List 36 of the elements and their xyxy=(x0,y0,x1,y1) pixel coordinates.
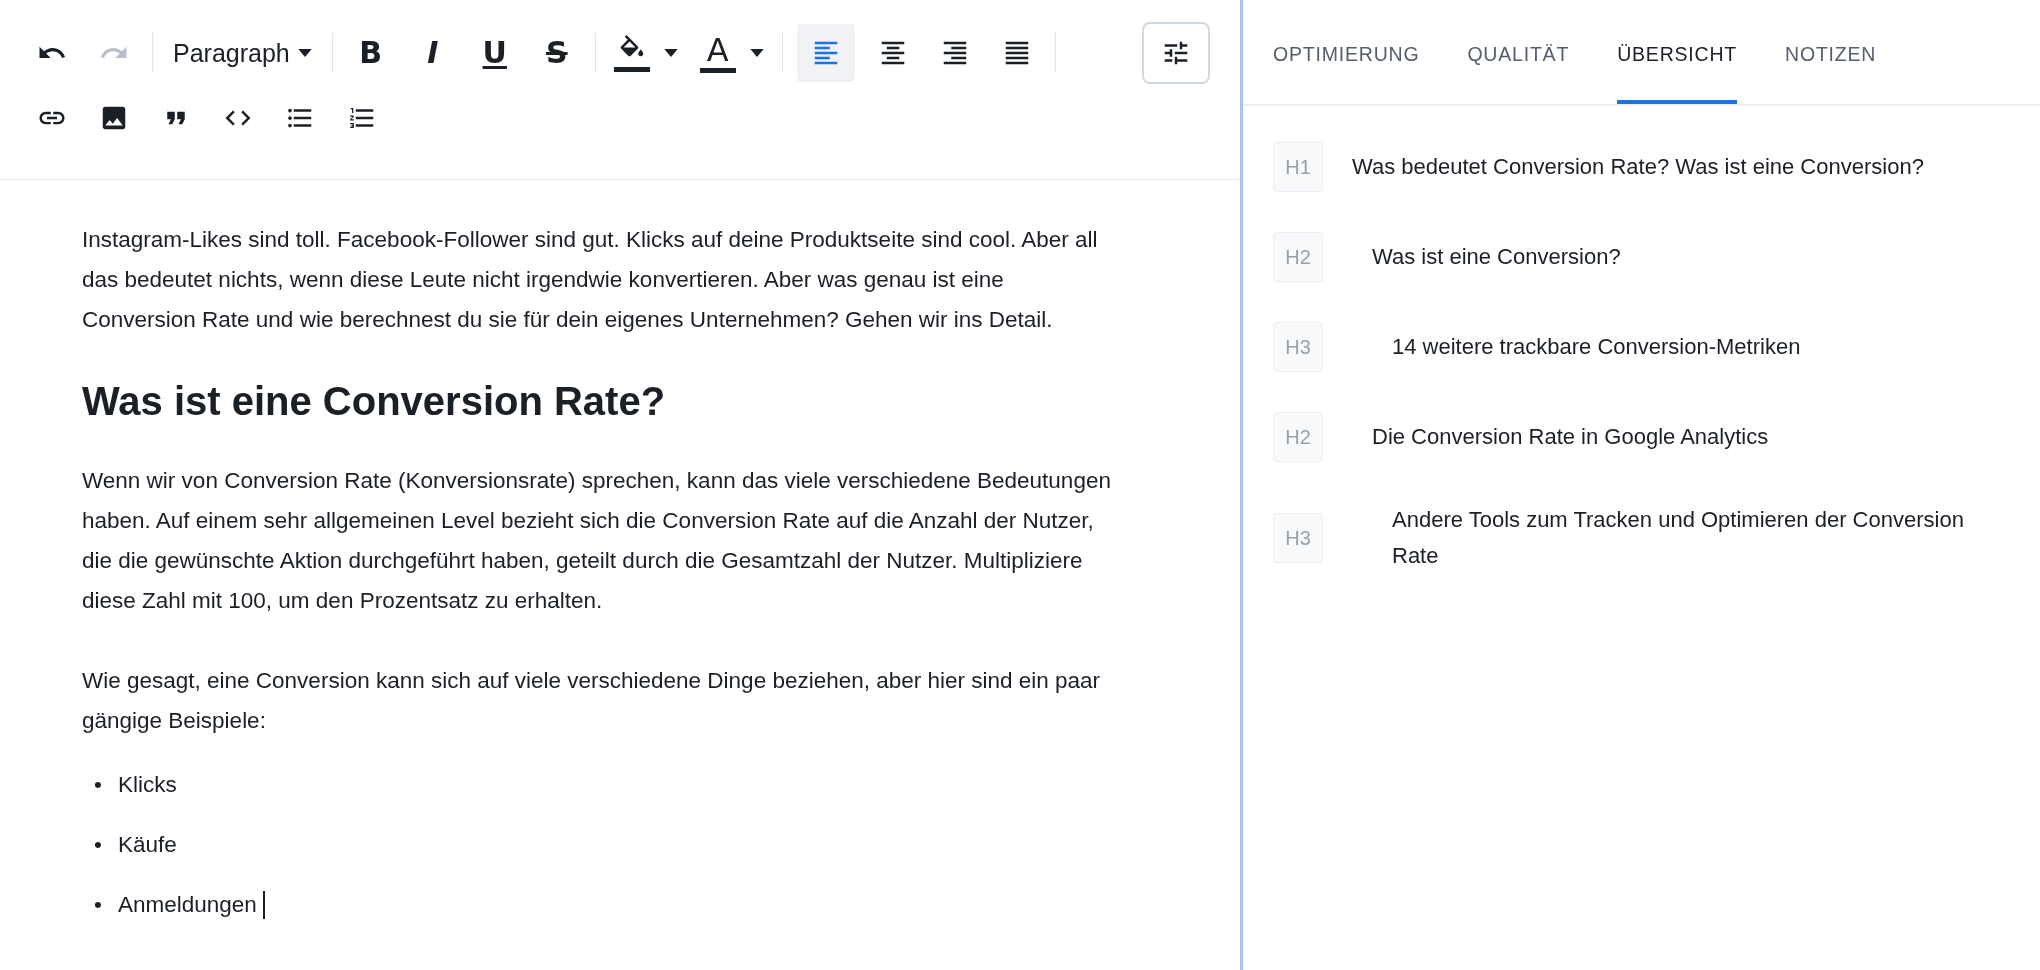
heading-level-badge: H2 xyxy=(1273,232,1323,282)
heading-level-badge: H3 xyxy=(1273,513,1323,563)
heading-level-badge: H2 xyxy=(1273,412,1323,462)
body-paragraph: Wie gesagt, eine Conversion kann sich auf viele verschiedene Dinge beziehen, aber hier sind ein paar gängige Beispiele: xyxy=(82,667,1102,735)
panel-tab[interactable]: NOTIZEN xyxy=(1785,0,1877,104)
strikethrough-button[interactable]: S xyxy=(532,29,581,77)
bold-button[interactable]: B xyxy=(346,29,395,77)
heading-level-badge: H1 xyxy=(1273,142,1323,192)
panel-tab[interactable]: OPTIMIERUNG xyxy=(1273,0,1420,104)
body-paragraph: Instagram-Likes sind toll. Facebook-Follower sind gut. Klicks auf deine Produktseite sind cool. Aber all das bedeutet nichts, wenn diese Leute nicht irgendwie konvertieren. Aber was genau ist eine Conversion Rate und wie berechnest du sie für dein eigenes Unternehmen? Gehen wir ins Detail. xyxy=(82,226,1099,334)
bullet-marker: • xyxy=(94,831,103,859)
panel-tab[interactable]: ÜBERSICHT xyxy=(1617,0,1738,104)
body-paragraph: Wenn wir von Conversion Rate (Konversionsrate) sprechen, kann das viele verschiedene Bedeutungen haben. Auf einem sehr allgemeinen Level bezieht sich die Conversion Rate auf die Anzahl der Nutzer, die die gewünschte Aktion durchgeführt haben, geteilt durch die Gesamtzahl der Nutzer. Multipliziere diese Zahl mit 100, um den Prozentsatz zu erhalten. xyxy=(82,467,1112,615)
caret-down-icon xyxy=(663,49,678,57)
left-button[interactable] xyxy=(796,24,855,82)
outline-heading[interactable]: Andere Tools zum Tracken und Optimieren der Conversion Rate xyxy=(1392,502,2010,574)
panel-tab[interactable]: QUALITÄT xyxy=(1467,0,1570,104)
list-item: Anmeldungen xyxy=(118,891,257,919)
italic-button[interactable]: I xyxy=(408,29,457,77)
text-color-button[interactable]: A xyxy=(695,25,768,81)
bullet-marker: • xyxy=(94,891,103,919)
settings-button[interactable] xyxy=(1142,22,1210,84)
bullet-marker: • xyxy=(94,771,103,799)
list-item: Käufe xyxy=(118,831,177,859)
underline-button[interactable]: U xyxy=(470,29,519,77)
heading-level-badge: H3 xyxy=(1273,322,1323,372)
list-item: Klicks xyxy=(118,771,177,799)
section-heading: Was ist eine Conversion Rate? xyxy=(82,378,667,425)
caret-down-icon xyxy=(297,49,312,57)
text-cursor xyxy=(262,891,265,919)
outline-heading[interactable]: Was bedeutet Conversion Rate? Was ist eine Conversion? xyxy=(1352,149,1924,185)
block-format-dropdown[interactable]: Paragraph xyxy=(167,29,318,77)
outline-heading[interactable]: Die Conversion Rate in Google Analytics xyxy=(1372,419,1769,455)
caret-down-icon xyxy=(749,49,764,57)
outline-heading[interactable]: 14 weitere trackbare Conversion-Metriken xyxy=(1392,329,1801,365)
outline-heading[interactable]: Was ist eine Conversion? xyxy=(1372,239,1621,275)
